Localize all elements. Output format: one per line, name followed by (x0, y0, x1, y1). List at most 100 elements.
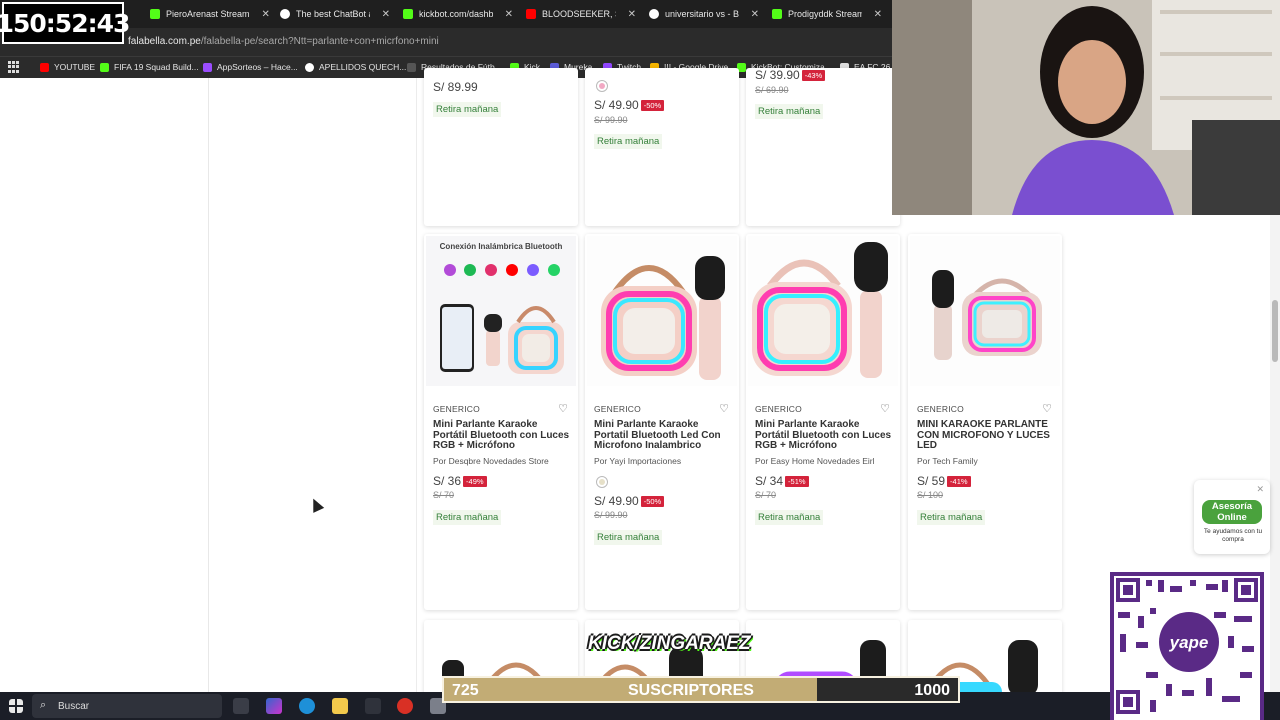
product-image[interactable] (587, 236, 737, 386)
product-image[interactable]: Conexión Inalámbrica Bluetooth (426, 236, 576, 386)
chat-bubble[interactable]: Asesoría Online (1202, 500, 1262, 524)
chrome-icon[interactable] (397, 698, 413, 714)
discount-badge: -43% (801, 69, 826, 81)
product-card[interactable]: S/ 49.90 -50% S/ 99.90 Retira mañana (585, 68, 739, 226)
search-icon: ⌕ (40, 699, 47, 711)
tab-4[interactable]: universitario vs - Bus ✕ (649, 4, 759, 24)
kick-icon (772, 9, 782, 19)
seller: Por Tech Family (917, 456, 978, 466)
apps-grid-icon[interactable] (8, 61, 20, 73)
youtube-icon (526, 9, 536, 19)
close-icon[interactable]: ✕ (628, 9, 636, 20)
heart-icon[interactable]: ♡ (1042, 402, 1052, 415)
discount-badge: -50% (640, 99, 665, 111)
color-swatch[interactable] (596, 476, 608, 488)
divider (416, 78, 417, 692)
chatbot-icon (280, 9, 290, 19)
bookmark-fifa[interactable]: FIFA 19 Squad Build... (100, 62, 199, 72)
heart-icon[interactable]: ♡ (558, 402, 568, 415)
image-banner: Conexión Inalámbrica Bluetooth (440, 242, 563, 251)
tab-label: The best ChatBot and (296, 9, 370, 19)
copilot-icon[interactable] (266, 698, 282, 714)
mouse-cursor (307, 496, 325, 513)
subs-goal: 1000 (914, 682, 950, 699)
file-explorer-icon[interactable] (332, 698, 348, 714)
pickup-badge: Retira mañana (917, 510, 986, 525)
taskbar-search[interactable]: ⌕ Buscar (32, 694, 222, 718)
bookmark-youtube[interactable]: YOUTUBE (40, 62, 95, 72)
price-value: S/ 59 (917, 474, 946, 488)
old-price: S/ 100 (917, 490, 944, 500)
product-image[interactable] (748, 236, 898, 386)
webcam-overlay (892, 0, 1280, 215)
product-title[interactable]: MINI KARAOKE PARLANTE CON MICROFONO Y LU… (917, 419, 1055, 452)
scrollbar-thumb[interactable] (1272, 300, 1278, 362)
product-card[interactable]: Conexión Inalámbrica Bluetooth GENERICO … (424, 234, 578, 610)
address-bar[interactable]: falabella.com.pe/falabella-pe/search?Ntt… (0, 28, 892, 56)
close-icon[interactable]: ✕ (505, 9, 513, 20)
old-price: S/ 69.90 (755, 85, 789, 95)
product-title[interactable]: Mini Parlante Karaoke Portátil Bluetooth… (433, 419, 571, 452)
windows-start-icon[interactable] (9, 699, 23, 713)
tab-0[interactable]: PieroArenast Stream ✕ (150, 4, 270, 24)
old-price: S/ 70 (755, 490, 777, 500)
old-price: S/ 70 (433, 490, 455, 500)
chat-line2: Online (1217, 512, 1247, 523)
pickup-badge: Retira mañana (594, 530, 663, 545)
edge-icon[interactable] (299, 698, 315, 714)
task-view-icon[interactable] (233, 698, 249, 714)
chat-subtitle: Te ayudamos con tu compra (1203, 528, 1263, 543)
tab-3[interactable]: BLOODSEEKER, STOR ✕ (526, 4, 636, 24)
product-title[interactable]: Mini Parlante Karaoke Portatil Bluetooth… (594, 419, 732, 452)
bookmark-label: YOUTUBE (54, 62, 96, 72)
old-price: S/ 99.90 (594, 115, 628, 125)
product-card[interactable]: S/ 39.90 -43% S/ 69.90 Retira mañana (746, 68, 900, 226)
app-icon[interactable] (365, 698, 381, 714)
search-placeholder: Buscar (58, 700, 90, 712)
price-value: S/ 49.90 (594, 98, 639, 112)
heart-icon[interactable]: ♡ (719, 402, 729, 415)
tab-bar: PieroArenast Stream ✕ The best ChatBot an… (0, 0, 892, 28)
price-value: S/ 39.90 (755, 68, 800, 82)
youtube-icon (40, 62, 49, 72)
bookmark-icon (100, 62, 109, 72)
stream-timer: 150:52:43 (0, 2, 130, 44)
close-icon[interactable]: ✕ (751, 9, 759, 20)
price: S/ 49.90 -50% (594, 98, 665, 112)
kick-handle: KICK/ZINGARAEZ (588, 633, 751, 654)
heart-icon[interactable]: ♡ (880, 402, 890, 415)
tab-label: kickbot.com/dashbo (419, 9, 493, 19)
product-card[interactable]: GENERICO ♡ MINI KARAOKE PARLANTE CON MIC… (908, 234, 1062, 610)
price: S/ 34 -51% (755, 474, 809, 488)
tab-1[interactable]: The best ChatBot and ✕ (280, 4, 390, 24)
product-title[interactable]: Mini Parlante Karaoke Portátil Bluetooth… (755, 419, 893, 452)
bookmark-apellidos[interactable]: APELLIDOS QUECH... (305, 62, 406, 72)
yape-qr-code: yape (1110, 572, 1264, 720)
url-field[interactable]: falabella.com.pe/falabella-pe/search?Ntt… (128, 36, 439, 47)
close-icon[interactable]: ✕ (382, 9, 390, 20)
close-icon[interactable]: ✕ (874, 9, 882, 20)
tab-label: PieroArenast Stream (166, 9, 250, 19)
price-value: S/ 34 (755, 474, 784, 488)
chat-widget[interactable]: ✕ Asesoría Online Te ayudamos con tu comp… (1194, 480, 1270, 554)
bookmark-icon (407, 62, 416, 72)
product-card[interactable]: S/ 89.99 Retira mañana (424, 68, 578, 226)
bookmark-label: APELLIDOS QUECH... (319, 62, 407, 72)
price: S/ 39.90 -43% (755, 68, 826, 82)
close-icon[interactable]: ✕ (262, 9, 270, 20)
tab-5[interactable]: Prodigyddk Stream - ✕ (772, 4, 882, 24)
bookmark-appsorteos[interactable]: AppSorteos – Hace... (203, 62, 298, 72)
product-image[interactable] (910, 236, 1060, 386)
product-card[interactable]: GENERICO ♡ Mini Parlante Karaoke Portáti… (746, 234, 900, 610)
bookmark-label: AppSorteos – Hace... (217, 62, 298, 72)
close-icon[interactable]: ✕ (1256, 484, 1264, 495)
brand: GENERICO (433, 404, 480, 414)
discount-badge: -49% (463, 475, 487, 487)
color-swatch[interactable] (596, 80, 608, 92)
discount-badge: -50% (640, 495, 665, 507)
subscriber-goal-bar: 725 SUSCRIPTORES 1000 (442, 676, 960, 703)
seller: Por Easy Home Novedades Eirl (755, 456, 875, 466)
seller: Por Yayi Importaciones (594, 456, 682, 466)
tab-2[interactable]: kickbot.com/dashbo ✕ (403, 4, 513, 24)
product-card[interactable]: GENERICO ♡ Mini Parlante Karaoke Portati… (585, 234, 739, 610)
